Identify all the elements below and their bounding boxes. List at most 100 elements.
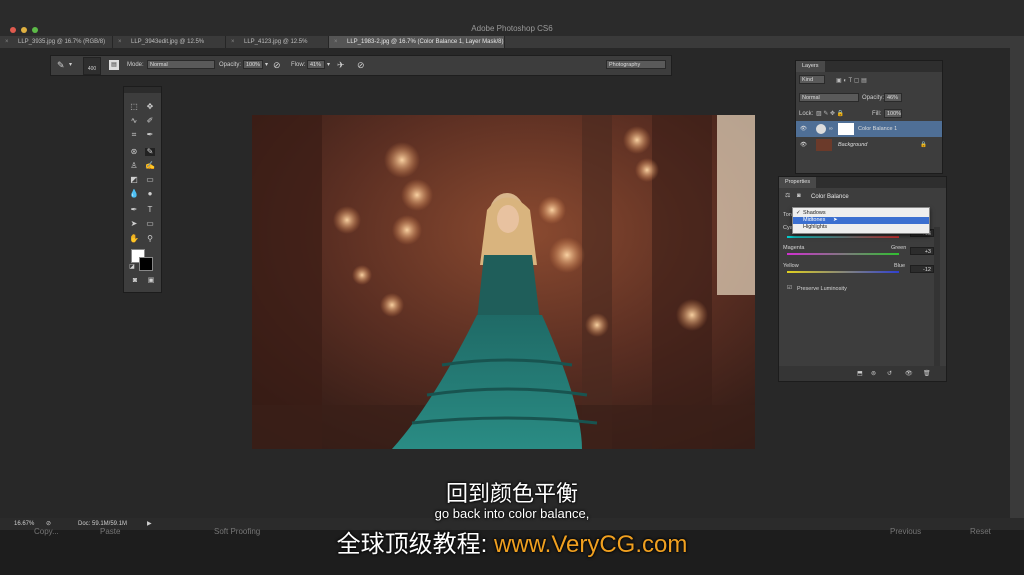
window-title: Adobe Photoshop CS6: [471, 24, 553, 33]
document-tab[interactable]: ×LLP_4123.jpg @ 12.5% (RGB/8): [226, 36, 329, 57]
brush-icon[interactable]: ✎: [57, 60, 65, 70]
clip-to-layer-icon[interactable]: ⬒: [857, 369, 863, 379]
close-tab-icon[interactable]: ×: [231, 36, 235, 48]
screen-mode-icon[interactable]: ▣: [146, 277, 156, 285]
slider-left-label: Magenta: [783, 245, 805, 251]
move-tool-icon[interactable]: ✥: [145, 103, 155, 111]
mouse-cursor-icon: ➤: [833, 217, 838, 223]
close-tab-icon[interactable]: ×: [5, 36, 9, 48]
quick-mask-icon[interactable]: ◙: [130, 277, 140, 285]
chevron-down-icon[interactable]: ▾: [69, 60, 72, 70]
path-selection-tool-icon[interactable]: ➤: [129, 220, 139, 228]
layer-opacity-field[interactable]: 46%: [884, 93, 902, 102]
right-dock-strip: [1010, 36, 1024, 518]
layer-opacity-label: Opacity:: [862, 95, 885, 101]
subtitle-chinese: 回到颜色平衡: [445, 481, 578, 506]
eyedropper-tool-icon[interactable]: ✒: [145, 131, 155, 139]
magenta-green-slider[interactable]: [787, 253, 899, 255]
layer-row-background[interactable]: 👁 Background 🔒: [796, 137, 942, 153]
view-previous-icon[interactable]: ⊚: [871, 369, 876, 379]
visibility-eye-icon[interactable]: 👁: [800, 121, 807, 137]
brush-panel-icon[interactable]: ▤: [109, 60, 119, 70]
slider-right-label: Green: [891, 245, 907, 251]
layer-mask-thumbnail[interactable]: [838, 123, 854, 135]
dropdown-item-label: Shadows: [803, 210, 826, 216]
yellow-blue-slider[interactable]: [787, 271, 899, 273]
lock-icons[interactable]: ▨ ✎ ✥ 🔒: [816, 109, 844, 119]
reset-icon[interactable]: ↺: [887, 369, 892, 379]
gradient-tool-icon[interactable]: ▭: [145, 176, 155, 184]
lock-label: Lock:: [799, 111, 814, 117]
layer-name: Color Balance 1: [858, 126, 898, 132]
airbrush-icon[interactable]: ✈: [337, 60, 345, 70]
lasso-tool-icon[interactable]: ∿: [129, 117, 139, 125]
trash-icon[interactable]: 🗑: [923, 369, 931, 379]
default-colors-icon[interactable]: ◪: [127, 263, 137, 271]
preserve-luminosity-label: Preserve Luminosity: [797, 286, 847, 292]
brush-size-preset[interactable]: 400: [83, 57, 101, 75]
flow-field[interactable]: 41%: [307, 60, 325, 69]
opacity-field[interactable]: 100%: [243, 60, 263, 69]
watermark-url: www.VeryCG.com: [493, 531, 688, 558]
properties-tab[interactable]: Properties: [779, 177, 817, 188]
dropdown-item-highlights[interactable]: Highlights: [793, 224, 929, 231]
pressure-opacity-icon[interactable]: ⊘: [273, 60, 281, 70]
healing-brush-tool-icon[interactable]: ⊛: [129, 148, 139, 156]
filter-icons[interactable]: ▣ ◐ T ▢ ▤: [836, 76, 867, 86]
history-brush-tool-icon[interactable]: ✍: [145, 162, 155, 170]
visibility-eye-icon[interactable]: 👁: [905, 369, 913, 379]
tab-label: LLP_3935.jpg @ 16.7% (RGB/8): [18, 39, 106, 45]
hand-tool-icon[interactable]: ✋: [129, 235, 139, 243]
pressure-size-icon[interactable]: ⊘: [357, 60, 365, 70]
document-tabs: × LLP_3935.jpg @ 16.7% (RGB/8) × LLP_3943e…: [0, 36, 1010, 57]
magenta-green-value[interactable]: +3: [910, 247, 934, 255]
close-tab-icon[interactable]: ×: [334, 36, 338, 48]
dodge-tool-icon[interactable]: ●: [145, 190, 155, 198]
layer-filter-select[interactable]: Kind: [799, 75, 825, 84]
dropdown-item-label: Highlights: [803, 224, 828, 230]
fill-label: Fill:: [872, 111, 882, 117]
tone-dropdown-menu[interactable]: ✓ Shadows Midtones ➤ Highlights: [792, 207, 930, 234]
eraser-tool-icon[interactable]: ◩: [129, 176, 139, 184]
layer-name: Background: [838, 142, 868, 148]
type-tool-icon[interactable]: T: [145, 206, 155, 214]
layers-tab[interactable]: Layers: [796, 61, 825, 72]
layer-row-color-balance[interactable]: 👁 ∞ Color Balance 1: [796, 121, 942, 137]
crop-tool-icon[interactable]: ⌗: [129, 131, 139, 139]
blend-mode-select[interactable]: Normal: [799, 93, 859, 102]
visibility-eye-icon[interactable]: 👁: [800, 137, 807, 153]
options-bar: ✎ ▾ 400 ▤ Mode: Normal Opacity: 100% ▾ ⊘…: [50, 55, 672, 76]
quick-selection-tool-icon[interactable]: ✐: [145, 117, 155, 125]
tools-panel-header[interactable]: [124, 87, 161, 93]
panel-scrollbar[interactable]: [934, 227, 940, 367]
document-tab[interactable]: ×LLP_3943edit.jpg @ 12.5% (RGB/8): [113, 36, 226, 57]
workspace-select[interactable]: Photography: [606, 60, 666, 69]
mask-icon[interactable]: ◙: [797, 191, 801, 201]
pen-tool-icon[interactable]: ✒: [129, 206, 139, 214]
preserve-luminosity-checkbox[interactable]: ☑: [787, 285, 792, 291]
chevron-down-icon[interactable]: ▾: [327, 60, 330, 70]
document-tab[interactable]: × LLP_3935.jpg @ 16.7% (RGB/8): [0, 36, 113, 48]
title-bar: Adobe Photoshop CS6: [0, 0, 1024, 37]
dropdown-item-shadows[interactable]: ✓ Shadows: [793, 210, 929, 217]
mode-select[interactable]: Normal: [147, 60, 215, 69]
document-tab-active[interactable]: × LLP_1983-2.jpg @ 16.7% (Color Balance 1…: [329, 36, 505, 57]
brush-tool-icon[interactable]: ✎: [145, 148, 155, 156]
marquee-tool-icon[interactable]: ⬚: [129, 103, 139, 111]
zoom-tool-icon[interactable]: ⚲: [145, 235, 155, 243]
clone-stamp-tool-icon[interactable]: ♙: [129, 162, 139, 170]
yellow-blue-value[interactable]: -12: [910, 265, 934, 273]
adjustment-layer-icon: [816, 124, 826, 134]
opacity-label: Opacity:: [219, 62, 242, 68]
chevron-down-icon[interactable]: ▾: [265, 60, 268, 70]
rectangle-tool-icon[interactable]: ▭: [145, 220, 155, 228]
close-tab-icon[interactable]: ×: [118, 36, 122, 48]
dropdown-item-midtones[interactable]: Midtones ➤: [793, 217, 929, 224]
fill-field[interactable]: 100%: [884, 109, 902, 118]
cyan-red-slider[interactable]: [787, 236, 899, 238]
slider-right-label: Blue: [894, 263, 906, 269]
blur-tool-icon[interactable]: 💧: [129, 190, 139, 198]
link-icon: ∞: [829, 126, 833, 132]
background-color-swatch[interactable]: [139, 257, 153, 271]
document-canvas-image[interactable]: [252, 115, 755, 449]
